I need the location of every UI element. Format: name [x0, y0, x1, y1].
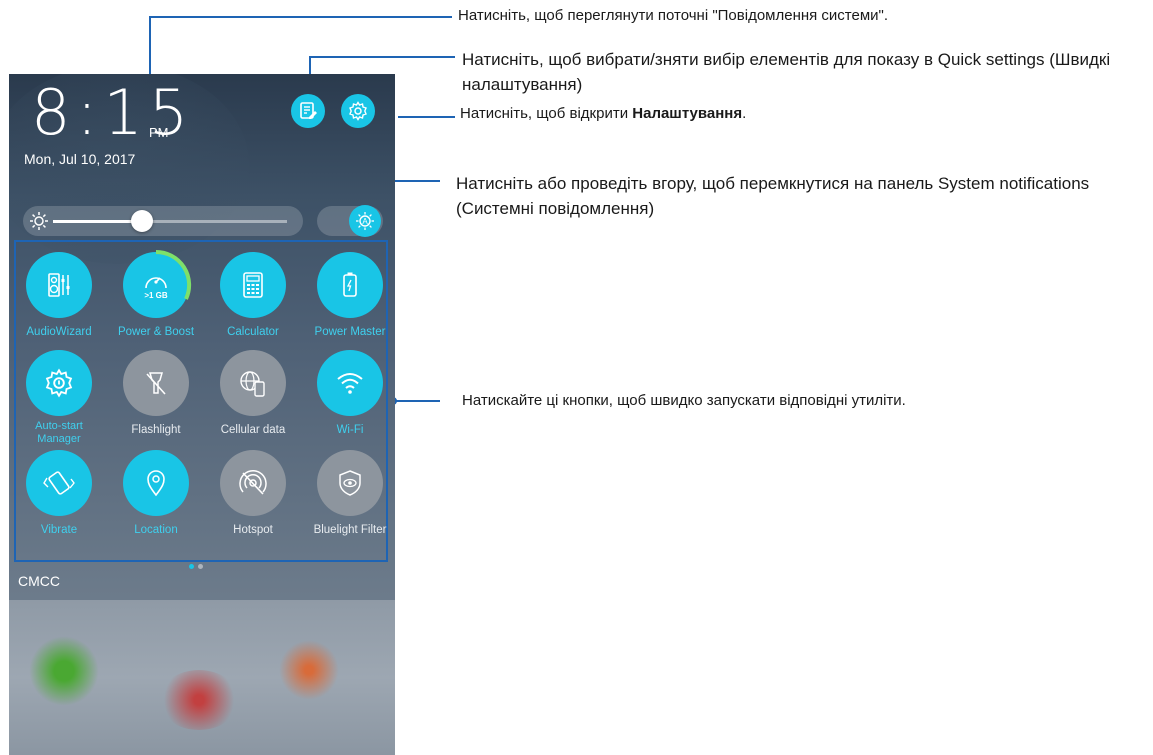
- brightness-slider-knob[interactable]: [131, 210, 153, 232]
- tile-flashlight[interactable]: Flashlight: [108, 350, 204, 437]
- tile-label: Flashlight: [131, 424, 181, 436]
- tile-power-master[interactable]: Power Master: [302, 252, 395, 339]
- memory-usage-ring: [155, 249, 192, 300]
- home-screen-preview[interactable]: [9, 600, 395, 755]
- tile-label: Wi-Fi: [336, 424, 364, 436]
- tile-circle: [220, 450, 286, 516]
- auto-start-gear-icon: [45, 368, 73, 398]
- clock-time: 8:15: [31, 76, 195, 149]
- date-label: Mon, Jul 10, 2017: [24, 151, 136, 167]
- carrier-label: CMCC: [18, 573, 60, 589]
- page-indicator: [189, 554, 207, 573]
- tile-label: Power & Boost: [117, 326, 195, 338]
- tile-label: Bluelight Filter: [313, 524, 387, 536]
- callout-quick-settings: Натисніть, щоб вибрати/зняти вибір елеме…: [462, 50, 1111, 94]
- battery-icon: [343, 272, 357, 297]
- location-pin-icon: [147, 470, 165, 497]
- wifi-icon: [337, 373, 363, 394]
- tile-circle: [317, 252, 383, 318]
- tile-circle: [220, 252, 286, 318]
- blurred-app-icon: [159, 670, 239, 730]
- callout-settings-prefix: Натисніть, щоб відкрити: [460, 105, 633, 122]
- tile-location[interactable]: Location: [108, 450, 204, 537]
- tile-label: Vibrate: [40, 524, 78, 536]
- page-dot: [198, 564, 203, 569]
- auto-brightness-icon: A: [356, 212, 374, 230]
- tile-auto-start-manager[interactable]: Auto-start Manager: [11, 350, 107, 446]
- tile-label: AudioWizard: [26, 326, 92, 338]
- tile-power-boost[interactable]: >1 GB Power & Boost: [108, 249, 204, 339]
- settings-button[interactable]: [341, 94, 375, 128]
- tile-circle: [26, 252, 92, 318]
- brightness-fill: [53, 220, 143, 223]
- tile-vibrate[interactable]: Vibrate: [11, 450, 107, 537]
- tile-calculator[interactable]: Calculator: [205, 252, 301, 339]
- blurred-app-icon: [279, 640, 339, 700]
- cellular-data-icon: [240, 371, 265, 397]
- phone-screen: 8:15 PM Mon, Jul 10, 2017 A AudioWizard …: [9, 74, 395, 755]
- tile-label: Calculator: [227, 326, 279, 338]
- callout-notifications: Натисніть, щоб переглянути поточні "Пові…: [458, 7, 889, 24]
- edit-quick-settings-button[interactable]: [291, 94, 325, 128]
- page-dot-active: [189, 564, 194, 569]
- tile-circle: [123, 350, 189, 416]
- tile-hotspot[interactable]: Hotspot: [205, 450, 301, 537]
- tile-cellular-data[interactable]: Cellular data: [205, 350, 301, 437]
- tile-circle: [123, 450, 189, 516]
- brightness-remaining: [143, 220, 287, 223]
- tile-audiowizard[interactable]: AudioWizard: [11, 252, 107, 339]
- audiowizard-icon: [48, 273, 70, 297]
- vibrate-icon: [43, 471, 75, 495]
- tile-label: Location: [134, 524, 178, 536]
- callout-settings-bold: Налаштування: [632, 105, 743, 122]
- tile-label: Power Master: [314, 326, 386, 338]
- callout-settings-suffix: .: [742, 105, 747, 122]
- edit-notes-icon: [300, 102, 317, 119]
- callout-settings: Натисніть, щоб відкрити Налаштування.: [460, 105, 746, 122]
- svg-text:A: A: [362, 217, 368, 226]
- hotspot-off-icon: [239, 469, 267, 495]
- flashlight-off-icon: [146, 372, 166, 395]
- bluelight-filter-icon: [339, 470, 361, 496]
- calculator-icon: [243, 272, 263, 298]
- tile-circle: [317, 350, 383, 416]
- callout-swipe: Натисніть або проведіть вгору, щоб перем…: [456, 174, 1090, 218]
- tile-circle: >1 GB: [123, 249, 192, 318]
- tile-circle: [220, 350, 286, 416]
- sun-icon: [30, 212, 48, 230]
- callout-buttons: Натискайте ці кнопки, щоб швидко запуска…: [462, 392, 906, 409]
- blurred-app-icon: [29, 636, 99, 706]
- tile-circle: [317, 450, 383, 516]
- tile-circle: [26, 450, 92, 516]
- tile-bluelight-filter[interactable]: Bluelight Filter: [302, 450, 395, 537]
- clock-ampm: PM: [149, 125, 169, 140]
- tile-label: Auto-start Manager: [35, 420, 83, 445]
- gear-icon: [349, 101, 367, 121]
- tile-wifi[interactable]: Wi-Fi: [302, 350, 395, 437]
- tile-label: Cellular data: [220, 424, 286, 436]
- tile-label: Hotspot: [233, 524, 273, 536]
- tile-circle: [26, 350, 92, 416]
- auto-brightness-button[interactable]: A: [349, 205, 381, 237]
